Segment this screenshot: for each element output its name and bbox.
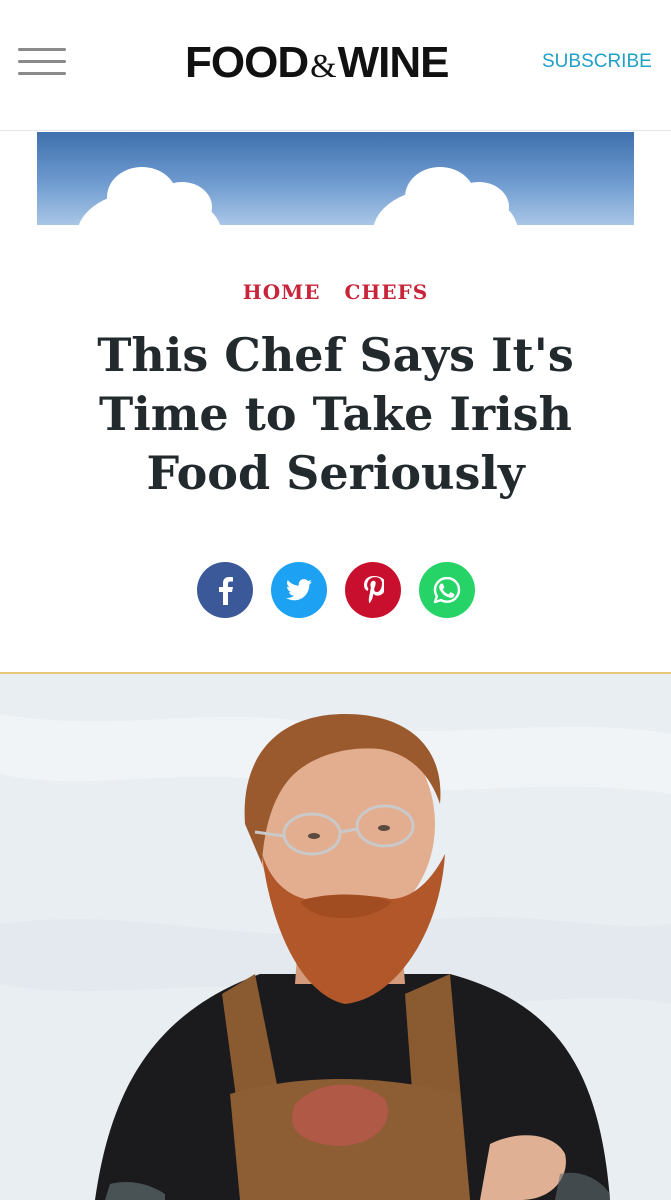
logo-ampersand: & bbox=[310, 48, 336, 85]
hero-image bbox=[0, 674, 671, 1200]
menu-bar bbox=[18, 72, 66, 75]
pinterest-icon bbox=[363, 576, 384, 604]
menu-bar bbox=[18, 48, 66, 51]
breadcrumb: HOME CHEFS bbox=[0, 280, 671, 304]
article-title: This Chef Says It's Time to Take Irish F… bbox=[97, 328, 574, 500]
subscribe-link[interactable]: SUBSCRIBE bbox=[542, 51, 652, 73]
share-pinterest-button[interactable] bbox=[344, 562, 401, 618]
site-header: FOOD&WINE SUBSCRIBE bbox=[0, 0, 671, 131]
ad-banner[interactable] bbox=[37, 132, 634, 225]
breadcrumb-home[interactable]: HOME bbox=[243, 280, 321, 304]
facebook-icon bbox=[218, 577, 233, 605]
cloud-shape bbox=[449, 182, 509, 225]
logo-wine: WINE bbox=[337, 38, 450, 87]
share-bar bbox=[0, 562, 671, 620]
share-whatsapp-button[interactable] bbox=[418, 562, 475, 618]
share-facebook-button[interactable] bbox=[196, 562, 253, 618]
logo-food: FOOD bbox=[185, 38, 309, 87]
hamburger-menu-icon[interactable] bbox=[18, 48, 66, 78]
menu-bar bbox=[18, 60, 66, 63]
twitter-icon bbox=[285, 579, 312, 601]
chef-portrait-illustration bbox=[0, 674, 671, 1200]
site-logo[interactable]: FOOD&WINE bbox=[185, 40, 485, 86]
cloud-shape bbox=[152, 182, 212, 225]
breadcrumb-chefs[interactable]: CHEFS bbox=[345, 280, 429, 304]
share-twitter-button[interactable] bbox=[270, 562, 327, 618]
whatsapp-icon bbox=[433, 576, 460, 604]
